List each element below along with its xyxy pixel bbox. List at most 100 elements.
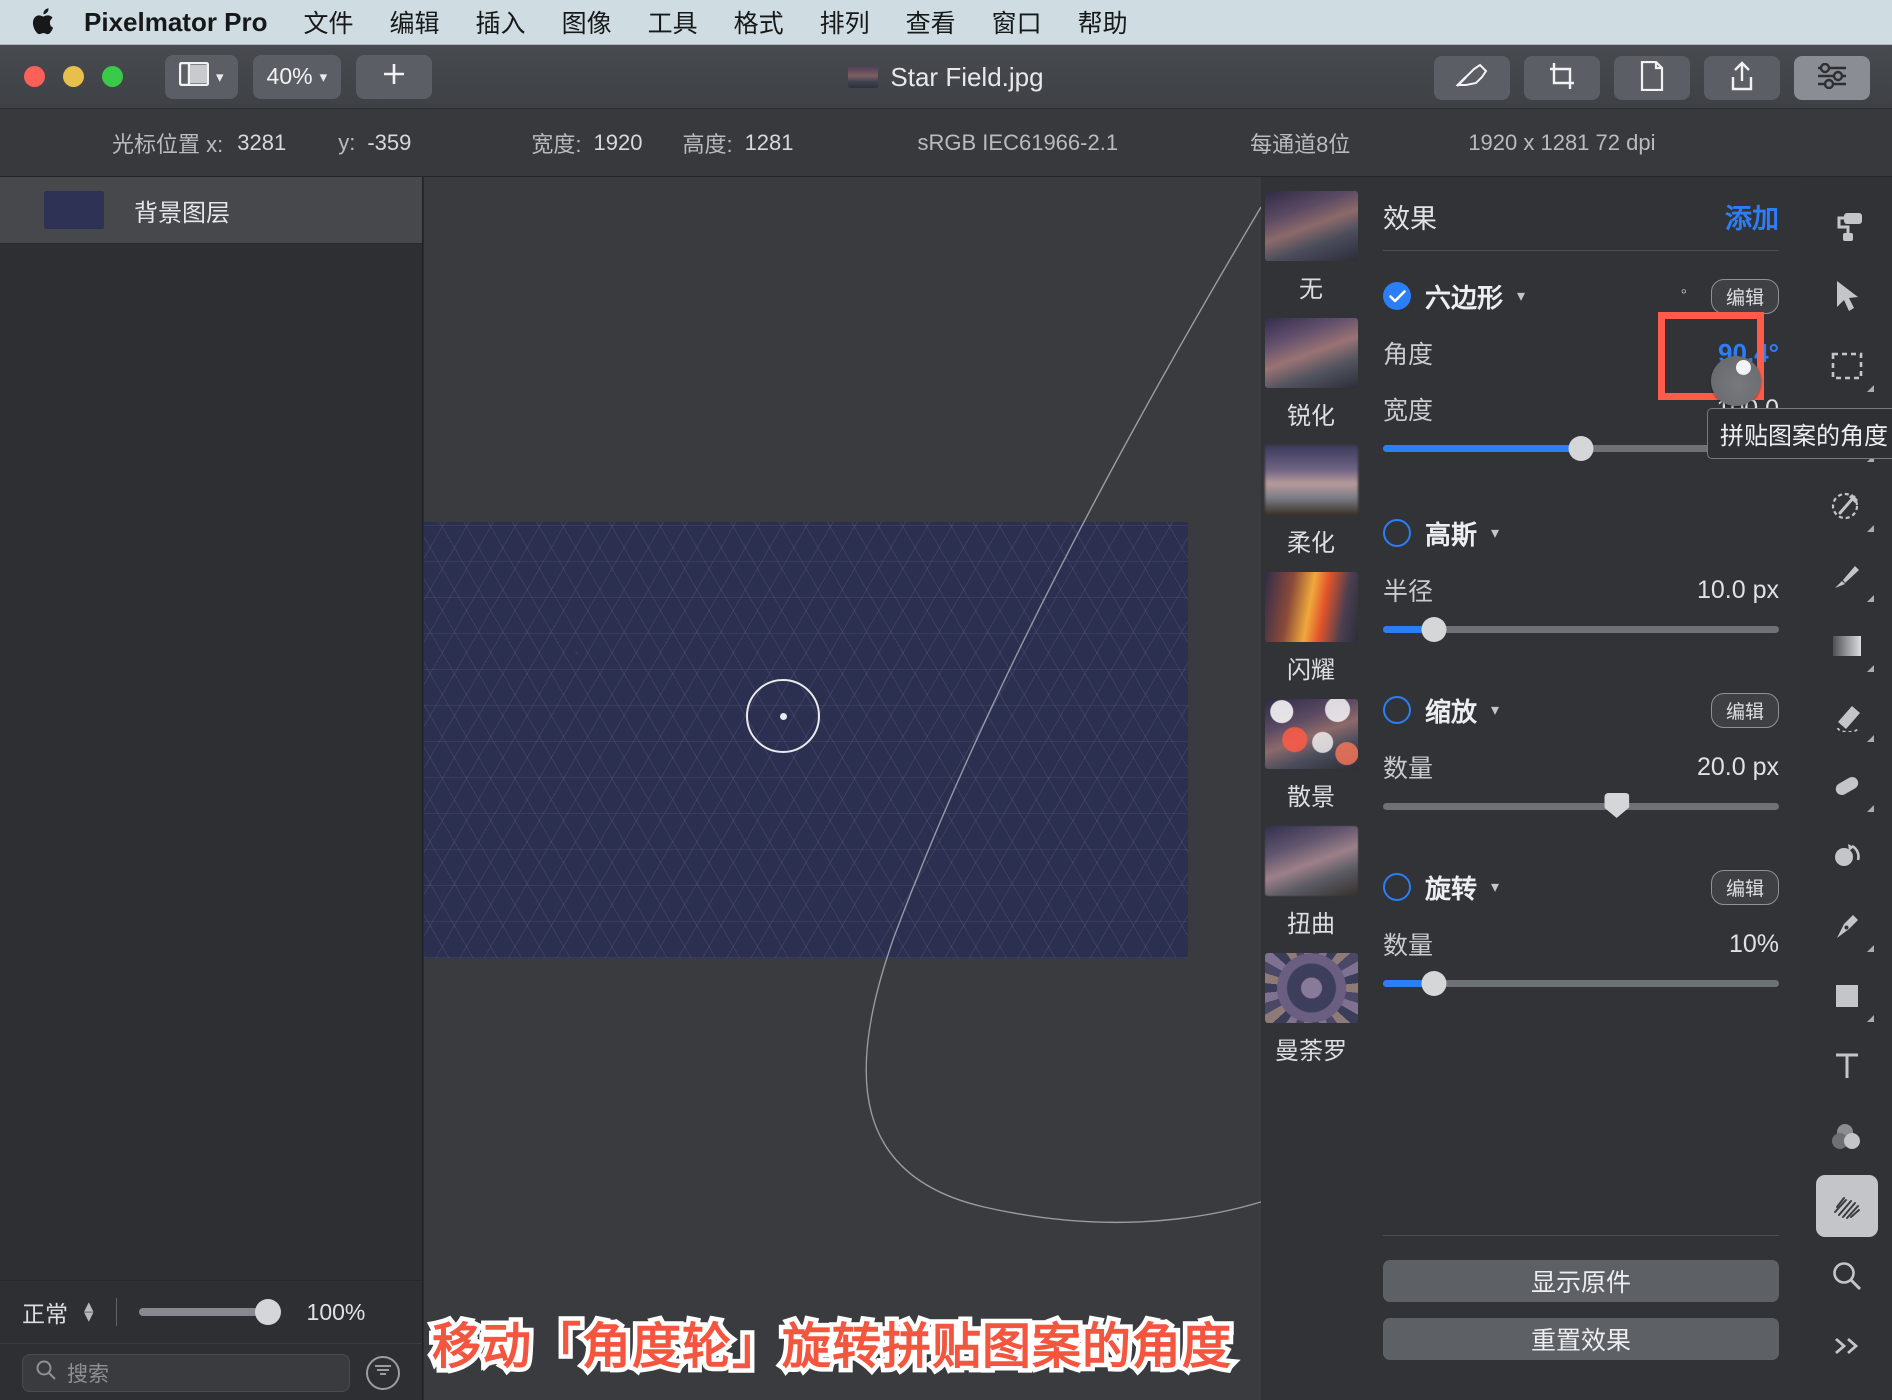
inspector-button[interactable] (1794, 56, 1870, 100)
tutorial-annotation: 移动「角度轮」旋转拼贴图案的角度 (427, 1316, 1235, 1379)
height-label: 高度: (682, 131, 733, 157)
tool-paintbrush[interactable] (1816, 545, 1878, 607)
angle-handle-ring[interactable] (746, 679, 820, 753)
tool-zoom-magnifier[interactable] (1816, 1245, 1878, 1307)
edit-button[interactable]: 编辑 (1710, 692, 1779, 728)
edit-button[interactable]: 编辑 (1710, 869, 1779, 905)
tool-paint-roller[interactable] (1816, 195, 1878, 257)
crop-button[interactable] (1524, 56, 1600, 100)
effect-enabled-checkbox[interactable] (1383, 282, 1411, 310)
reset-effects-button[interactable]: 重置效果 (1383, 1318, 1779, 1360)
param-row-radius: 半径 10.0 px (1383, 572, 1779, 608)
param-value[interactable]: 10% (1729, 930, 1779, 959)
search-input[interactable]: 搜索 (22, 1353, 350, 1392)
add-effect-button[interactable]: 添加 (1725, 197, 1779, 236)
param-label: 角度 (1383, 341, 1434, 369)
radius-slider[interactable] (1383, 617, 1779, 642)
param-label: 数量 (1383, 755, 1434, 783)
filter-button[interactable] (366, 1355, 400, 1390)
document-button[interactable] (1614, 56, 1690, 100)
tool-arrow-select[interactable] (1816, 265, 1878, 327)
angle-wheel-pip (1736, 360, 1751, 375)
retouch-button[interactable] (1434, 56, 1510, 100)
tool-rect-marquee[interactable] (1816, 335, 1878, 397)
blend-mode-label[interactable]: 正常 (22, 1295, 68, 1329)
effects-preset-strip[interactable]: 无 锐化 柔化 闪耀 散景 扭曲 曼荼罗 (1261, 177, 1361, 1400)
param-value[interactable]: 10.0 px (1697, 576, 1779, 605)
tool-quick-select[interactable] (1816, 475, 1878, 537)
minimize-button[interactable] (63, 66, 84, 87)
tool-color-adjust[interactable] (1816, 1105, 1878, 1167)
tool-repair[interactable] (1816, 755, 1878, 817)
tools-rail (1801, 177, 1892, 1400)
effect-preset-none[interactable]: 无 (1261, 191, 1361, 304)
edit-button[interactable]: 编辑 (1710, 278, 1779, 314)
effect-enabled-checkbox[interactable] (1383, 873, 1411, 901)
close-button[interactable] (24, 66, 45, 87)
apple-logo-icon[interactable] (30, 7, 56, 37)
tool-more[interactable] (1816, 1315, 1878, 1377)
blend-mode-stepper[interactable]: ▴ ▾ (84, 1296, 94, 1326)
canvas-area[interactable] (424, 177, 1261, 1400)
effect-enabled-checkbox[interactable] (1383, 696, 1411, 724)
chevron-down-icon[interactable]: ▾ (1491, 523, 1499, 543)
slider-knob[interactable] (1604, 793, 1630, 818)
slider-knob[interactable] (1421, 617, 1447, 642)
effect-preset-sharpen[interactable]: 锐化 (1261, 318, 1361, 431)
menu-item-help[interactable]: 帮助 (1078, 4, 1128, 40)
angle-wheel[interactable] (1711, 356, 1761, 406)
tool-clone-stamp[interactable] (1816, 825, 1878, 887)
menu-item-tools[interactable]: 工具 (648, 4, 698, 40)
tool-text[interactable] (1816, 1035, 1878, 1097)
tool-gradient[interactable] (1816, 615, 1878, 677)
add-button[interactable] (356, 54, 433, 99)
retouch-icon (1454, 63, 1490, 94)
effect-preset-distort[interactable]: 扭曲 (1261, 826, 1361, 939)
effect-enabled-checkbox[interactable] (1383, 519, 1411, 547)
tool-effects-brush[interactable] (1815, 1175, 1878, 1237)
effect-preset-soften[interactable]: 柔化 (1261, 445, 1361, 558)
chevron-down-icon[interactable]: ▾ (1491, 700, 1499, 720)
param-row-amount: 数量 10% (1383, 926, 1779, 962)
effect-preset-mandala[interactable]: 曼荼罗 (1261, 953, 1361, 1066)
menu-item-image[interactable]: 图像 (562, 4, 612, 40)
shape-square-icon (1832, 981, 1862, 1011)
menu-item-format[interactable]: 格式 (734, 4, 784, 40)
zoom-amount-slider[interactable] (1383, 793, 1779, 818)
effect-preset-glow[interactable]: 闪耀 (1261, 572, 1361, 685)
chevron-down-icon[interactable]: ▾ (1517, 286, 1525, 306)
chevron-down-icon: ▾ (319, 68, 328, 86)
menu-item-insert[interactable]: 插入 (476, 4, 526, 40)
effect-thumbnail (1264, 826, 1358, 896)
param-value[interactable]: 20.0 px (1697, 753, 1779, 782)
submenu-indicator-icon (1866, 525, 1874, 532)
share-button[interactable] (1704, 56, 1780, 100)
chevron-down-icon[interactable]: ▾ (1491, 877, 1499, 897)
slider-knob[interactable] (1421, 971, 1447, 996)
slider-knob[interactable] (1568, 436, 1594, 461)
menu-item-arrange[interactable]: 排列 (820, 4, 870, 40)
dimensions-label: 1920 x 1281 72 dpi (1468, 129, 1656, 155)
zoom-level-button[interactable]: 40% ▾ (252, 54, 342, 99)
tool-pen[interactable] (1816, 895, 1878, 957)
opacity-slider[interactable] (138, 1299, 281, 1325)
menu-item-window[interactable]: 窗口 (992, 4, 1042, 40)
show-original-button[interactable]: 显示原件 (1383, 1260, 1779, 1302)
angle-wheel-control[interactable] (1658, 312, 1764, 406)
effect-section-name: 高斯 (1425, 519, 1478, 550)
menu-item-file[interactable]: 文件 (304, 4, 354, 40)
opacity-slider-knob[interactable] (254, 1299, 281, 1325)
maximize-button[interactable] (102, 66, 123, 87)
menu-item-view[interactable]: 查看 (906, 4, 956, 40)
pen-icon (1831, 910, 1863, 942)
tool-eraser[interactable] (1816, 685, 1878, 747)
effect-preset-bokeh[interactable]: 散景 (1261, 699, 1361, 812)
tool-shape-square[interactable] (1816, 965, 1878, 1027)
layer-row[interactable]: 背景图层 (0, 177, 422, 244)
panel-layout-button[interactable]: ▾ (165, 54, 238, 99)
rotate-amount-slider[interactable] (1383, 971, 1779, 996)
menubar-app-name[interactable]: Pixelmator Pro (84, 7, 268, 38)
menu-item-edit[interactable]: 编辑 (390, 4, 440, 40)
opacity-value: 100% (306, 1298, 366, 1325)
effect-thumbnail (1264, 699, 1358, 769)
